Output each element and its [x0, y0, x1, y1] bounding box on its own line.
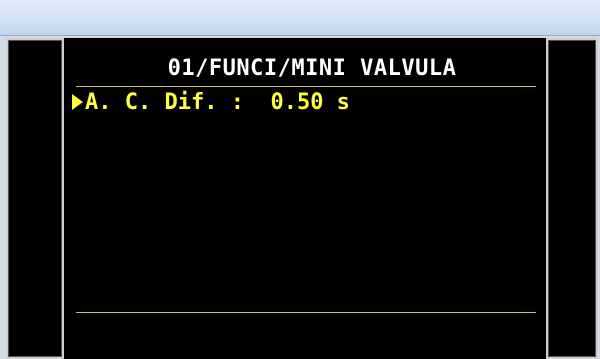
title-divider: [76, 86, 536, 87]
right-softkey-panel[interactable]: [546, 38, 598, 359]
menu-item-spacer: [244, 90, 271, 115]
screen-title: 01/FUNCI/MINI VALVULA: [167, 56, 457, 81]
menu-item-value: 0.50 s: [270, 89, 350, 115]
bottom-divider: [76, 312, 536, 313]
menu-item-ac-dif[interactable]: A. C. Dif. : 0.50 s: [72, 88, 350, 116]
window-title-bar: [0, 0, 600, 36]
menu-item-label: A. C. Dif. :: [85, 89, 244, 115]
lcd-display: 01/FUNCI/MINI VALVULA A. C. Dif. : 0.50 …: [64, 38, 546, 359]
cursor-arrow-icon: [72, 94, 83, 110]
left-softkey-panel[interactable]: [6, 38, 64, 359]
